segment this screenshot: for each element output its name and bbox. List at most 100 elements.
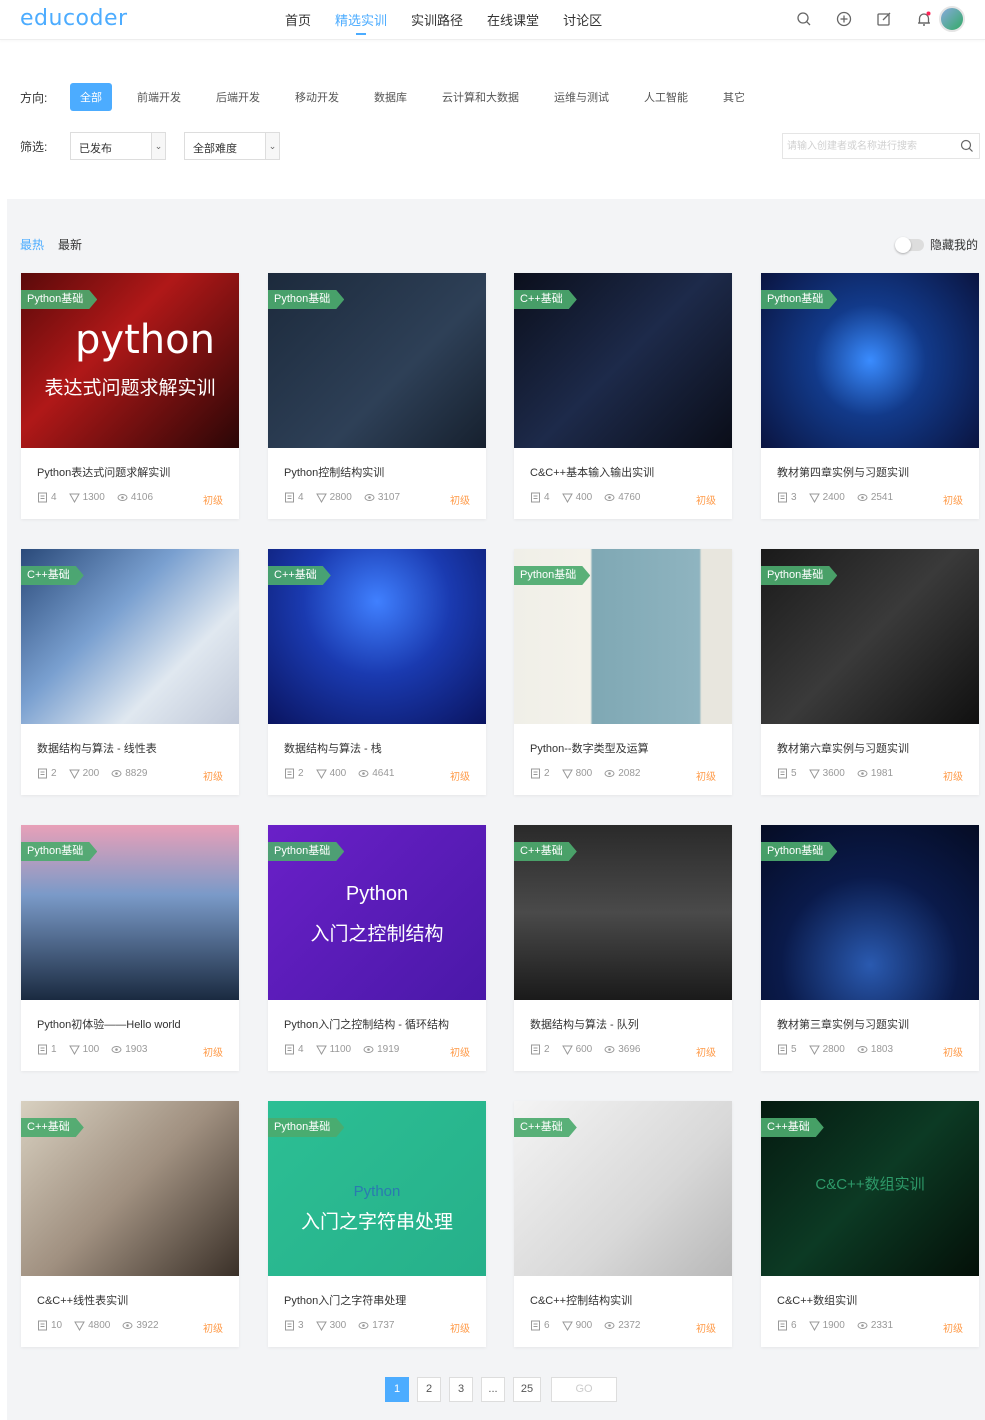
course-title[interactable]: 数据结构与算法 - 线性表 — [37, 740, 227, 756]
course-thumbnail[interactable]: C++基础 — [514, 825, 732, 1000]
course-thumbnail[interactable]: python 表达式问题求解实训 Python基础 — [21, 273, 239, 448]
views-count: 4641 — [372, 768, 395, 779]
course-card[interactable]: C&C++数组实训 C++基础 C&C++数组实训 6 1900 2331 初级 — [761, 1101, 979, 1347]
course-thumbnail[interactable]: C++基础 — [514, 1101, 732, 1276]
go-button[interactable]: GO — [551, 1377, 617, 1402]
challenges-count: 2 — [51, 768, 57, 779]
course-card[interactable]: Python基础 教材第三章实例与习题实训 5 2800 1803 初级 — [761, 825, 979, 1071]
views-count: 3107 — [377, 492, 401, 503]
course-thumbnail[interactable]: C++基础 — [514, 273, 732, 448]
direction-mobile[interactable]: 移动开发 — [285, 83, 349, 111]
course-title[interactable]: 教材第四章实例与习题实训 — [777, 464, 967, 480]
course-card[interactable]: C++基础 数据结构与算法 - 栈 2 400 4641 初级 — [268, 549, 486, 795]
views-count: 8829 — [125, 768, 148, 779]
course-thumbnail[interactable]: Python基础 — [21, 825, 239, 1000]
sort-newest[interactable]: 最新 — [58, 236, 82, 253]
challenges-icon — [778, 1044, 787, 1055]
direction-other[interactable]: 其它 — [713, 83, 755, 111]
filter-label: 筛选: — [20, 139, 48, 154]
nav-online-classes[interactable]: 在线课堂 — [487, 10, 539, 29]
nav-home[interactable]: 首页 — [285, 10, 311, 29]
hide-mine: 隐藏我的 — [894, 236, 978, 253]
course-thumbnail[interactable]: C++基础 — [21, 1101, 239, 1276]
edit-icon[interactable] — [875, 10, 893, 28]
direction-cloud-bigdata[interactable]: 云计算和大数据 — [432, 83, 529, 111]
page-3[interactable]: 3 — [449, 1377, 473, 1402]
course-title[interactable]: C&C++控制结构实训 — [530, 1292, 720, 1308]
page-25[interactable]: 25 — [513, 1377, 541, 1402]
difficulty-level: 初级 — [450, 496, 470, 507]
course-title[interactable]: C&C++线性表实训 — [37, 1292, 227, 1308]
challenges-count: 2 — [544, 768, 550, 779]
page-ellipsis[interactable]: ... — [481, 1377, 505, 1402]
category-tag: C++基础 — [514, 1118, 577, 1137]
hide-mine-toggle[interactable] — [894, 236, 924, 253]
course-title[interactable]: Python表达式问题求解实训 — [37, 464, 227, 480]
course-thumbnail[interactable]: Python基础 — [514, 549, 732, 724]
course-stats: 3 2400 2541 — [777, 492, 893, 503]
views-icon — [857, 1322, 868, 1329]
course-thumbnail[interactable]: Python基础 — [761, 273, 979, 448]
course-card[interactable]: Python 入门之字符串处理 Python基础 Python入门之字符串处理 3 300… — [268, 1101, 486, 1347]
direction-ai[interactable]: 人工智能 — [634, 83, 698, 111]
course-title[interactable]: 教材第六章实例与习题实训 — [777, 740, 967, 756]
course-card[interactable]: Python基础 教材第六章实例与习题实训 5 3600 1981 初级 — [761, 549, 979, 795]
course-thumbnail[interactable]: Python基础 — [761, 825, 979, 1000]
course-title[interactable]: Python--数字类型及运算 — [530, 740, 720, 756]
course-thumbnail[interactable]: Python基础 — [268, 273, 486, 448]
course-thumbnail[interactable]: Python基础 — [761, 549, 979, 724]
course-title[interactable]: C&C++基本输入输出实训 — [530, 464, 720, 480]
direction-backend[interactable]: 后端开发 — [206, 83, 270, 111]
difficulty-level: 初级 — [943, 1048, 963, 1059]
sort-hottest[interactable]: 最热 — [20, 236, 44, 253]
course-card[interactable]: C++基础 数据结构与算法 - 队列 2 600 3696 初级 — [514, 825, 732, 1071]
course-card[interactable]: C++基础 C&C++基本输入输出实训 4 400 4760 初级 — [514, 273, 732, 519]
course-thumbnail[interactable]: Python 入门之字符串处理 Python基础 — [268, 1101, 486, 1276]
nav-featured-training[interactable]: 精选实训 — [335, 10, 387, 35]
course-card[interactable]: C++基础 C&C++线性表实训 10 4800 3922 初级 — [21, 1101, 239, 1347]
course-thumbnail[interactable]: C++基础 — [268, 549, 486, 724]
course-card[interactable]: Python 入门之控制结构 Python基础 Python入门之控制结构 - 循环结… — [268, 825, 486, 1071]
course-card[interactable]: Python基础 Python初体验——Hello world 1 100 1903 初级 — [21, 825, 239, 1071]
nav-forum[interactable]: 讨论区 — [563, 10, 602, 29]
course-card[interactable]: Python基础 教材第四章实例与习题实训 3 2400 2541 初级 — [761, 273, 979, 519]
direction-database[interactable]: 数据库 — [364, 83, 417, 111]
search-icon[interactable] — [959, 138, 975, 154]
status-select[interactable]: 已发布 ⌄ — [70, 132, 166, 160]
page-2[interactable]: 2 — [417, 1377, 441, 1402]
like-icon — [561, 493, 573, 503]
course-card[interactable]: C++基础 数据结构与算法 - 线性表 2 200 8829 初级 — [21, 549, 239, 795]
course-title[interactable]: 数据结构与算法 - 栈 — [284, 740, 474, 756]
difficulty-select[interactable]: 全部难度 ⌄ — [184, 132, 280, 160]
views-count: 2541 — [870, 492, 894, 503]
course-thumbnail[interactable]: Python 入门之控制结构 Python基础 — [268, 825, 486, 1000]
direction-all[interactable]: 全部 — [70, 83, 112, 111]
direction-ops-testing[interactable]: 运维与测试 — [544, 83, 619, 111]
direction-frontend[interactable]: 前端开发 — [127, 83, 191, 111]
course-card[interactable]: Python基础 Python控制结构实训 4 2800 3107 初级 — [268, 273, 486, 519]
course-thumbnail[interactable]: C++基础 — [21, 549, 239, 724]
course-title[interactable]: Python初体验——Hello world — [37, 1016, 227, 1032]
course-card[interactable]: python 表达式问题求解实训 Python基础 Python表达式问题求解实训 4 1… — [21, 273, 239, 519]
course-thumbnail[interactable]: C&C++数组实训 C++基础 — [761, 1101, 979, 1276]
bell-icon[interactable] — [915, 10, 933, 28]
course-card[interactable]: C++基础 C&C++控制结构实训 6 900 2372 初级 — [514, 1101, 732, 1347]
page-1[interactable]: 1 — [385, 1377, 409, 1402]
course-title[interactable]: Python入门之控制结构 - 循环结构 — [284, 1016, 474, 1032]
course-card[interactable]: Python基础 Python--数字类型及运算 2 800 2082 初级 — [514, 549, 732, 795]
logo[interactable]: educoder — [20, 6, 128, 31]
course-title[interactable]: C&C++数组实训 — [777, 1292, 967, 1308]
nav-training-paths[interactable]: 实训路径 — [411, 10, 463, 29]
plus-circle-icon[interactable] — [835, 10, 853, 28]
user-avatar[interactable] — [939, 6, 965, 32]
search-input[interactable] — [783, 134, 953, 158]
course-title[interactable]: Python控制结构实训 — [284, 464, 474, 480]
category-tag: C++基础 — [21, 566, 84, 585]
search-icon[interactable] — [795, 10, 813, 28]
difficulty-level: 初级 — [696, 1324, 716, 1335]
course-title[interactable]: 教材第三章实例与习题实训 — [777, 1016, 967, 1032]
course-title[interactable]: 数据结构与算法 - 队列 — [530, 1016, 720, 1032]
difficulty-level: 初级 — [943, 772, 963, 783]
course-title[interactable]: Python入门之字符串处理 — [284, 1292, 474, 1308]
challenges-count: 6 — [791, 1320, 797, 1331]
